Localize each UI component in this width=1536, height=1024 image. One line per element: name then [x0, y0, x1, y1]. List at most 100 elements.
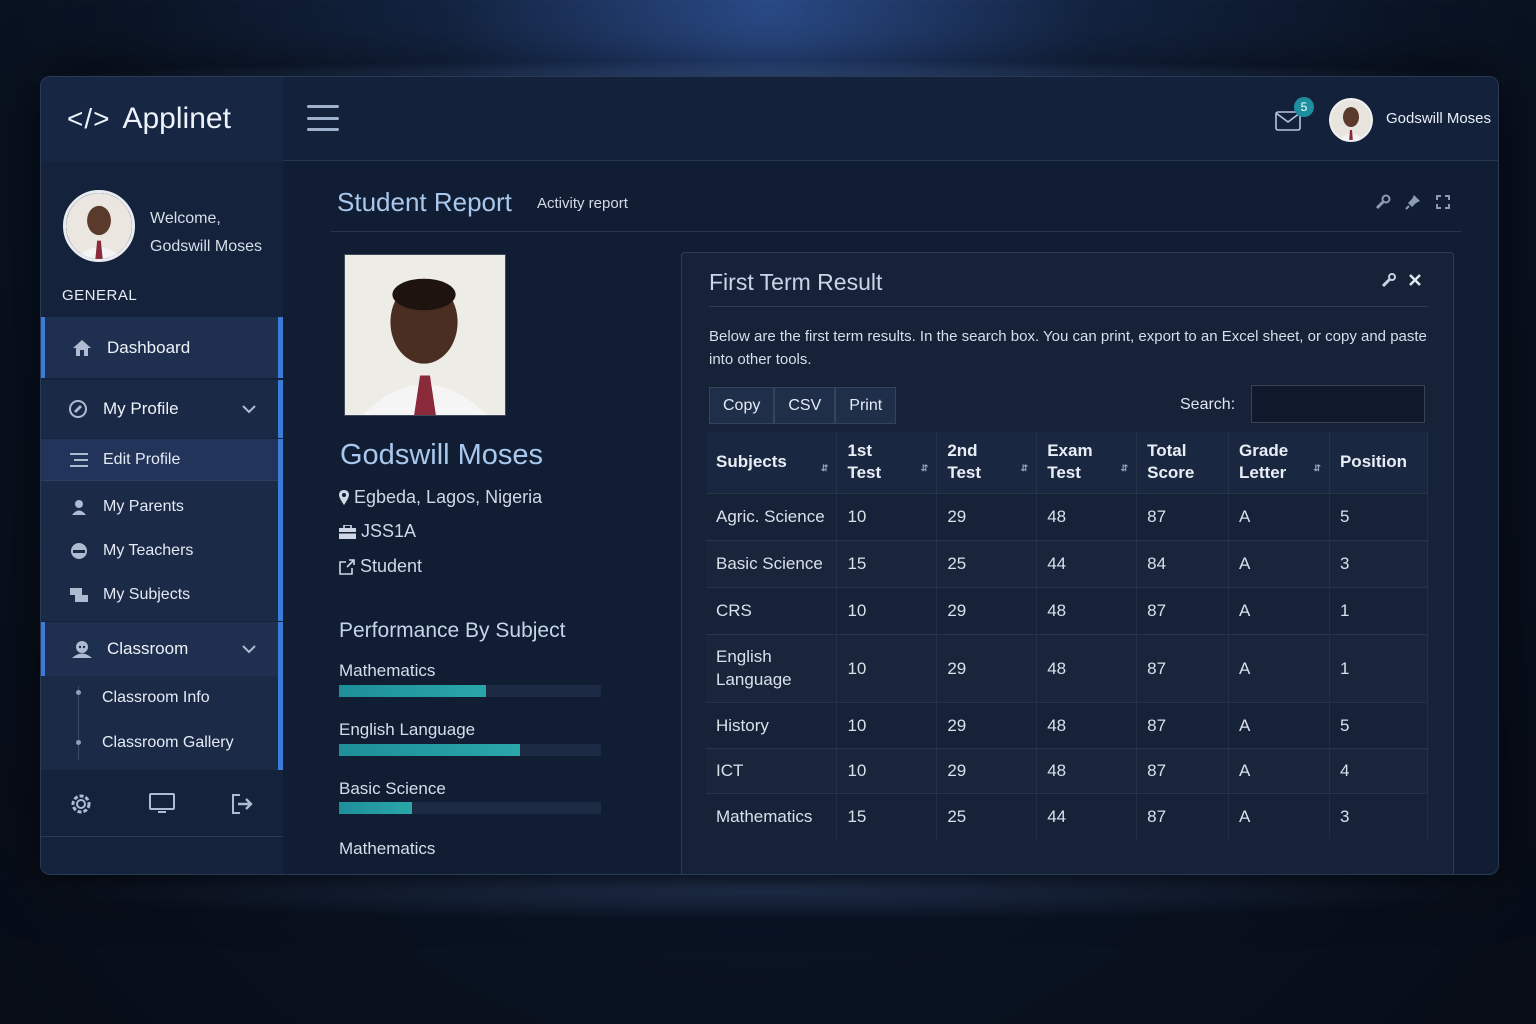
table-row[interactable]: CRS 10 29 48 87 A 1 [706, 586, 1429, 634]
user-icon [69, 499, 89, 515]
table-cell: 3 [1329, 539, 1429, 587]
table-row[interactable]: Agric. Science 10 29 48 87 A 5 [706, 492, 1429, 540]
sidebar-item-my-subjects[interactable]: My Subjects [41, 575, 278, 615]
profile-submenu: Edit Profile My Parents My Teachers My S… [41, 439, 283, 621]
sort-icon: ⇵ [820, 462, 829, 473]
table-row[interactable]: ICT 10 29 48 87 A 4 [706, 747, 1429, 793]
top-user-name[interactable]: Godswill Moses [1386, 110, 1491, 127]
student-role: Student [339, 556, 422, 577]
list-icon [69, 452, 89, 467]
table-cell: 87 [1136, 792, 1230, 839]
copy-button[interactable]: Copy [709, 387, 775, 424]
home-icon [71, 339, 93, 357]
panel-title: First Term Result [709, 269, 883, 295]
sidebar-item-edit-profile[interactable]: Edit Profile [41, 439, 278, 481]
column-header-total-score[interactable]: Total Score [1136, 432, 1230, 493]
table-cell: 10 [836, 492, 938, 540]
performance-label: English Language [339, 720, 476, 739]
performance-bar [339, 685, 601, 697]
user-avatar[interactable] [1329, 98, 1373, 142]
app-window: </> Applinet 5 Godswill Moses Welcome, G… [40, 76, 1499, 875]
column-header-1st-test[interactable]: 1st Test ⇵ [836, 432, 938, 493]
sidebar-item-classroom-gallery[interactable]: Classroom Gallery [102, 734, 234, 752]
panel-divider [709, 306, 1428, 307]
table-cell: 10 [836, 586, 938, 634]
sidebar-item-label: Dashboard [107, 337, 191, 357]
table-cell: 84 [1136, 539, 1230, 587]
sidebar-item-label: My Subjects [103, 586, 191, 603]
table-cell: English Language [706, 633, 838, 702]
performance-label: Mathematics [339, 661, 436, 680]
student-location: Egbeda, Lagos, Nigeria [339, 487, 542, 508]
close-icon[interactable] [1408, 273, 1422, 287]
column-header-2nd-test[interactable]: 2nd Test ⇵ [936, 432, 1038, 493]
column-header-subjects[interactable]: Subjects ⇵ [706, 432, 838, 493]
sidebar-footer [41, 771, 283, 837]
performance-title: Performance By Subject [339, 619, 566, 642]
column-header-exam-test[interactable]: Exam Test ⇵ [1036, 432, 1138, 493]
sidebar-item-classroom[interactable]: Classroom [41, 622, 283, 676]
map-marker-icon [339, 490, 349, 505]
submenu-connector [78, 686, 79, 760]
table-cell: 29 [936, 633, 1038, 702]
sidebar-item-label: Classroom [107, 639, 189, 658]
table-cell: 87 [1136, 747, 1230, 793]
sort-icon: ⇵ [1020, 462, 1029, 473]
sidebar-avatar [63, 190, 135, 262]
brand-logo[interactable]: </> Applinet [41, 77, 283, 161]
panel-tools [1382, 273, 1422, 287]
wrench-icon[interactable] [1375, 194, 1391, 210]
performance-label: Mathematics [339, 839, 436, 858]
table-cell: 29 [936, 586, 1038, 634]
sidebar-item-dashboard[interactable]: Dashboard [41, 317, 283, 378]
sidebar-item-my-teachers[interactable]: My Teachers [41, 531, 278, 571]
logout-icon[interactable] [231, 793, 255, 814]
table-cell: A [1228, 701, 1330, 748]
first-term-result-panel: First Term Result Below are the first te… [681, 252, 1454, 874]
pin-icon[interactable] [1405, 194, 1421, 210]
search-input[interactable] [1251, 385, 1425, 423]
export-button-group: Copy CSV Print [709, 387, 897, 424]
table-cell: 29 [936, 747, 1038, 793]
sort-icon: ⇵ [1120, 462, 1129, 473]
print-button[interactable]: Print [835, 387, 897, 424]
table-cell: A [1228, 792, 1330, 839]
column-header-grade-letter[interactable]: Grade Letter ⇵ [1228, 432, 1330, 493]
table-cell: 48 [1036, 492, 1138, 540]
expand-icon[interactable] [1435, 194, 1451, 210]
wrench-icon[interactable] [1382, 273, 1396, 287]
column-header-position[interactable]: Position [1329, 432, 1429, 493]
table-cell: 29 [936, 492, 1038, 540]
table-header-row: Subjects ⇵ 1st Test ⇵ 2nd Test ⇵ Exam Test ⇵ To… [706, 432, 1429, 493]
table-cell: 3 [1329, 792, 1429, 839]
sidebar-item-my-parents[interactable]: My Parents [41, 487, 278, 527]
table-cell: 87 [1136, 701, 1230, 748]
settings-icon[interactable] [69, 792, 93, 816]
student-name: Godswill Moses [340, 439, 544, 471]
sidebar-item-label: My Teachers [103, 542, 194, 559]
table-row[interactable]: English Language 10 29 48 87 A 1 [706, 633, 1429, 702]
table-row[interactable]: Basic Science 15 25 44 84 A 3 [706, 539, 1429, 587]
table-cell: Basic Science [706, 539, 838, 587]
table-cell: A [1228, 633, 1330, 702]
sidebar-item-my-profile[interactable]: My Profile [41, 380, 283, 438]
sidebar: Welcome, Godswill Moses GENERAL Dashboar… [41, 161, 283, 874]
csv-button[interactable]: CSV [774, 387, 836, 424]
table-row[interactable]: Mathematics 15 25 44 87 A 3 [706, 792, 1429, 839]
sidebar-item-classroom-info[interactable]: Classroom Info [102, 689, 210, 707]
performance-bar-fill [339, 802, 413, 814]
sidebar-item-label: My Parents [103, 498, 184, 515]
monitor-icon[interactable] [149, 792, 175, 815]
table-row[interactable]: History 10 29 48 87 A 5 [706, 701, 1429, 748]
brand-name: Applinet [122, 102, 231, 135]
menu-toggle-button[interactable] [307, 105, 339, 131]
table-cell: 25 [936, 792, 1038, 839]
table-cell: 44 [1036, 539, 1138, 587]
bullet-icon [76, 740, 81, 745]
table-cell: History [706, 701, 838, 748]
welcome-user-name: Godswill Moses [150, 238, 263, 255]
sort-icon: ⇵ [920, 462, 929, 473]
search-label: Search: [1180, 396, 1236, 413]
sort-icon: ⇵ [1313, 462, 1321, 473]
table-cell: 4 [1329, 747, 1429, 793]
